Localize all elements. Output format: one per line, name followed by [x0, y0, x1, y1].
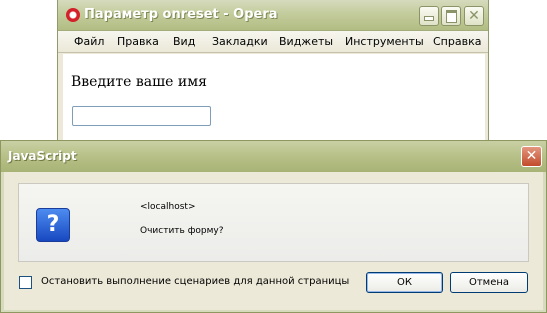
minimize-icon — [424, 16, 434, 21]
javascript-dialog: JavaScript ✕ ? <localhost> Очистить форм… — [0, 140, 547, 313]
name-input[interactable] — [72, 106, 211, 126]
dialog-close-button[interactable]: ✕ — [521, 146, 542, 167]
stop-scripts-label[interactable]: Остановить выполнение сценариев для данн… — [41, 276, 349, 287]
stop-scripts-checkbox[interactable] — [19, 276, 32, 289]
maximize-button[interactable] — [441, 6, 461, 26]
minimize-button[interactable] — [419, 6, 439, 26]
cancel-button[interactable]: Отмена — [450, 272, 528, 293]
menu-bookmarks[interactable]: Закладки — [212, 35, 268, 48]
menu-view[interactable]: Вид — [173, 35, 195, 48]
dialog-message: Очистить форму? — [140, 226, 224, 236]
browser-menubar: Файл Правка Вид Закладки Виджеты Инструм… — [58, 31, 488, 53]
question-icon: ? — [36, 208, 70, 242]
browser-titlebar[interactable]: Параметр onreset - Opera ✕ — [58, 0, 488, 31]
close-icon: ✕ — [468, 8, 480, 24]
menu-file[interactable]: Файл — [74, 35, 104, 48]
message-panel: ? <localhost> Очистить форму? — [18, 183, 529, 262]
browser-window-title: Параметр onreset - Opera — [84, 7, 278, 22]
maximize-icon — [446, 10, 457, 23]
menu-help[interactable]: Справка — [433, 35, 481, 48]
ok-button[interactable]: ОК — [366, 272, 443, 293]
menu-edit[interactable]: Правка — [117, 35, 159, 48]
opera-logo-icon — [66, 8, 80, 22]
dialog-title: JavaScript — [8, 149, 77, 163]
close-icon: ✕ — [525, 148, 538, 164]
dialog-origin: <localhost> — [140, 202, 196, 212]
name-label: Введите ваше имя — [71, 74, 207, 90]
browser-close-button[interactable]: ✕ — [464, 6, 484, 26]
dialog-body: ? <localhost> Очистить форму? Остановить… — [4, 172, 543, 310]
menu-widgets[interactable]: Виджеты — [279, 35, 333, 48]
menu-tools[interactable]: Инструменты — [345, 35, 424, 48]
dialog-titlebar[interactable]: JavaScript ✕ — [1, 141, 546, 172]
